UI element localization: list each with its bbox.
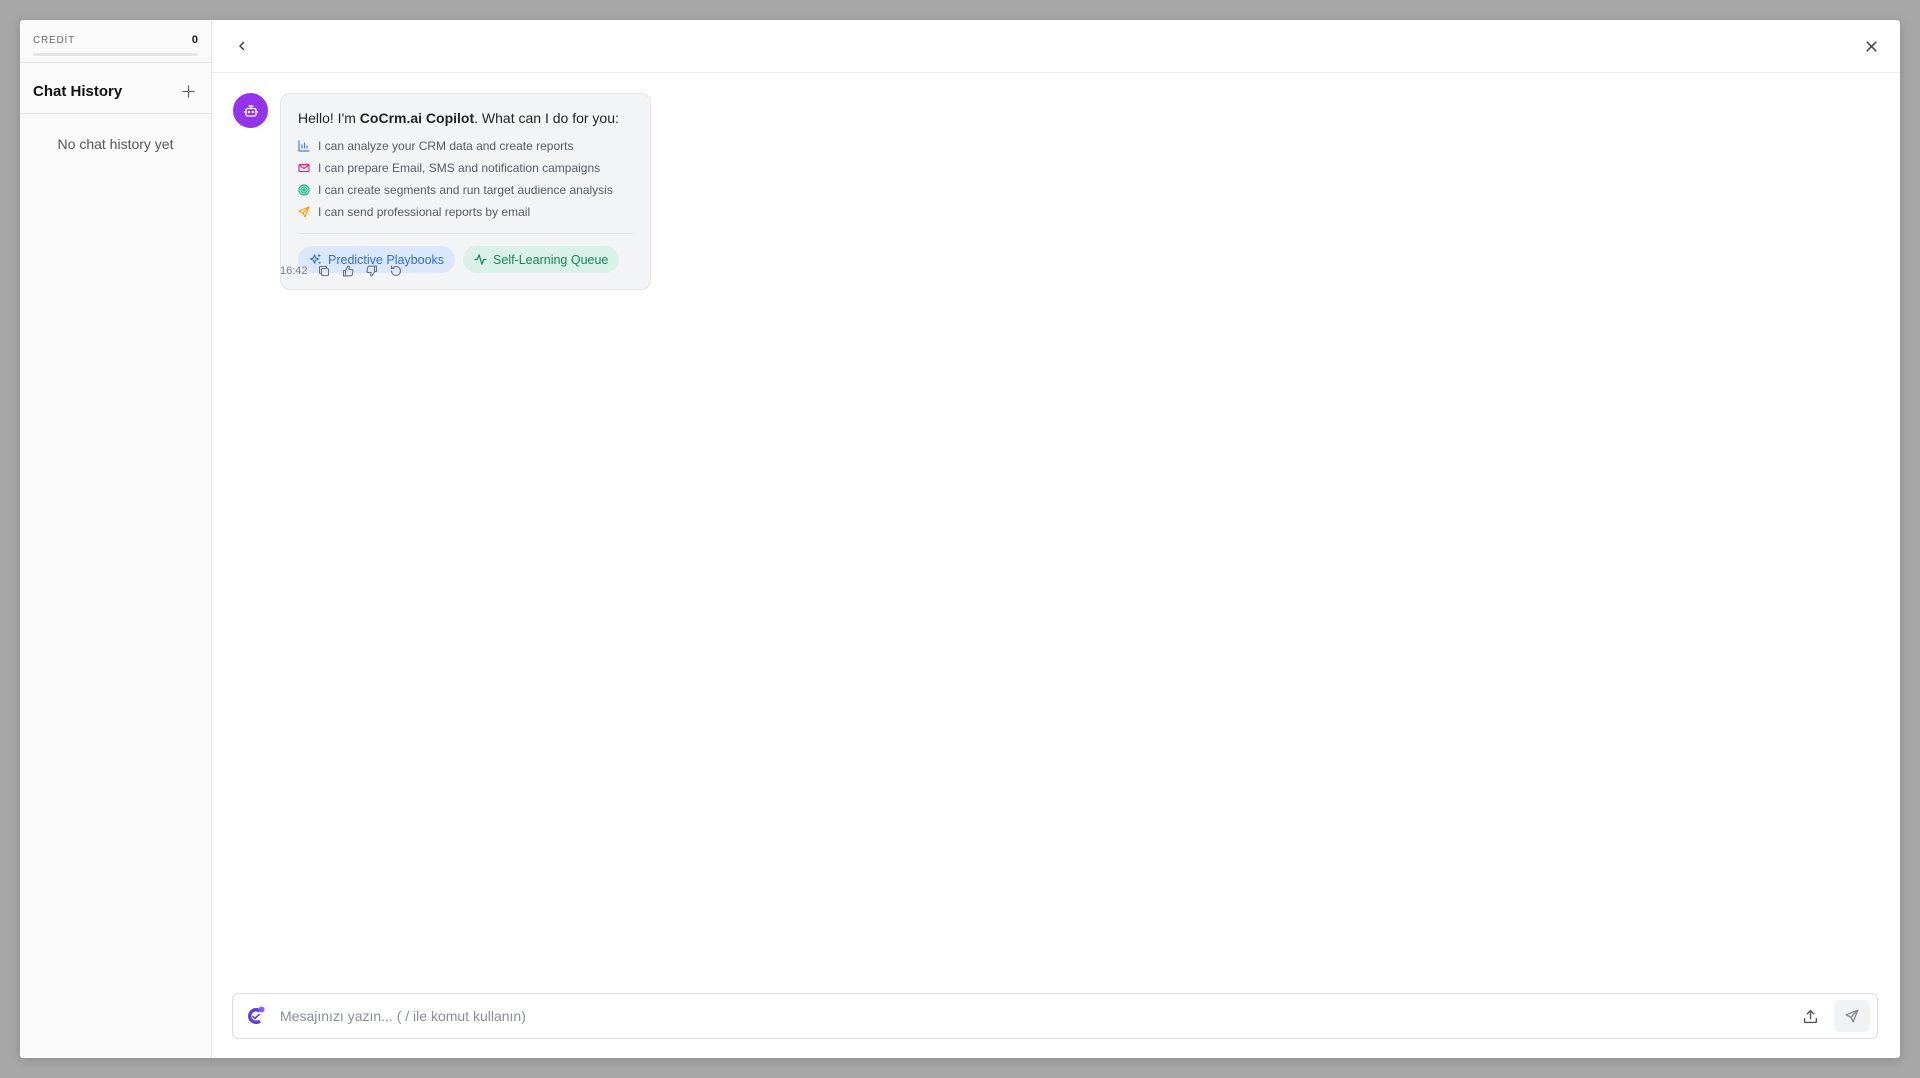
credit-value: 0 — [191, 34, 198, 46]
regenerate-button[interactable] — [388, 263, 404, 279]
chip-label: Self-Learning Queue — [493, 252, 609, 267]
feature-item: I can prepare Email, SMS and notificatio… — [298, 157, 633, 179]
like-button[interactable] — [340, 263, 356, 279]
thumbs-down-icon — [365, 265, 377, 277]
refresh-icon — [390, 265, 401, 277]
feature-item: I can create segments and run target aud… — [298, 179, 633, 201]
message-composer — [232, 993, 1878, 1039]
activity-icon — [474, 254, 487, 265]
feature-list: I can analyze your CRM data and create r… — [298, 135, 633, 223]
message-input[interactable] — [280, 1008, 1794, 1024]
divider — [298, 233, 633, 234]
chat-history-header: Chat History — [20, 63, 211, 101]
copy-icon — [318, 265, 329, 277]
divider — [20, 113, 211, 114]
chevron-left-icon — [239, 41, 245, 51]
credit-row: CREDİT 0 — [20, 20, 211, 46]
target-icon — [298, 184, 310, 196]
greeting-suffix: . What can I do for you: — [474, 110, 619, 126]
chat-topbar — [212, 20, 1900, 73]
chat-main: Hello! I'm CoCrm.ai Copilot. What can I … — [212, 20, 1900, 1058]
cocrm-logo-icon — [248, 1006, 265, 1024]
message-time: 16:42 — [280, 265, 308, 277]
message-bubble: Hello! I'm CoCrm.ai Copilot. What can I … — [280, 93, 651, 290]
upload-button[interactable] — [1794, 1000, 1826, 1032]
send-icon — [1845, 1009, 1859, 1023]
plus-icon — [181, 84, 195, 98]
chat-history-title: Chat History — [33, 82, 123, 100]
send-icon — [298, 206, 310, 218]
credit-progress-bar — [33, 53, 198, 56]
brand-name: CoCrm.ai Copilot — [359, 110, 475, 126]
thumbs-up-icon — [342, 265, 354, 277]
feature-text: I can send professional reports by email — [318, 205, 531, 219]
feature-item: I can analyze your CRM data and create r… — [298, 135, 633, 157]
close-icon — [1865, 40, 1877, 52]
mail-icon — [298, 163, 310, 173]
credit-label: CREDİT — [33, 34, 76, 46]
greeting-text: Hello! I'm CoCrm.ai Copilot. What can I … — [298, 110, 633, 126]
copy-button[interactable] — [316, 263, 332, 279]
greeting-prefix: Hello! I'm — [298, 110, 360, 126]
empty-history-text: No chat history yet — [57, 136, 174, 152]
bot-icon — [243, 104, 258, 117]
bar-chart-icon — [298, 140, 310, 152]
close-button[interactable] — [1860, 35, 1882, 57]
copilot-modal: CREDİT 0 Chat History No chat history ye… — [20, 20, 1900, 1058]
feature-text: I can prepare Email, SMS and notificatio… — [318, 161, 601, 175]
assistant-message: Hello! I'm CoCrm.ai Copilot. What can I … — [233, 93, 651, 290]
new-chat-button[interactable] — [178, 81, 198, 101]
feature-text: I can analyze your CRM data and create r… — [318, 139, 574, 153]
feature-text: I can create segments and run target aud… — [318, 183, 613, 197]
message-meta: 16:42 — [280, 263, 404, 279]
dislike-button[interactable] — [364, 263, 380, 279]
bot-avatar — [233, 93, 268, 128]
back-button[interactable] — [231, 35, 253, 57]
self-learning-queue-chip[interactable]: Self-Learning Queue — [463, 246, 620, 273]
send-button[interactable] — [1834, 1000, 1870, 1032]
chat-messages: Hello! I'm CoCrm.ai Copilot. What can I … — [212, 73, 1900, 1058]
feature-item: I can send professional reports by email — [298, 201, 633, 223]
upload-icon — [1803, 1009, 1817, 1023]
chat-sidebar: CREDİT 0 Chat History No chat history ye… — [20, 20, 212, 1058]
